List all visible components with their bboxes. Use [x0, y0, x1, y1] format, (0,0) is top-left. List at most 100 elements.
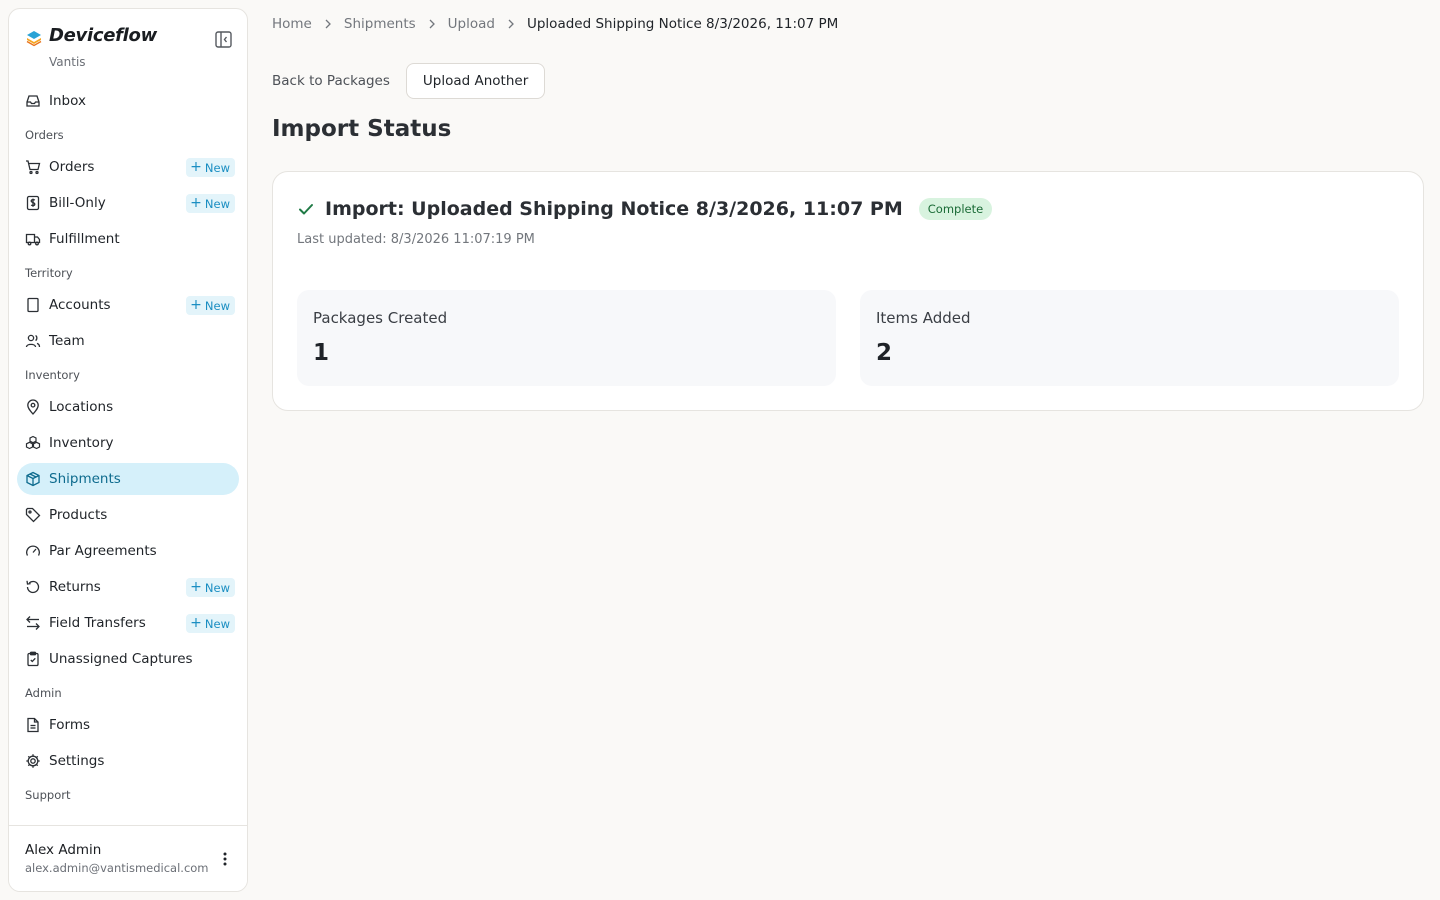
sidebar-item-orders[interactable]: Orders + New	[17, 151, 239, 183]
sidebar-item-field-transfers[interactable]: Field Transfers + New	[17, 607, 239, 639]
truck-icon	[25, 231, 41, 247]
collapse-sidebar-button[interactable]	[213, 29, 233, 49]
sidebar-item-locations[interactable]: Locations	[17, 391, 239, 423]
page-title: Import Status	[272, 116, 452, 142]
sidebar-item-team[interactable]: Team	[17, 325, 239, 357]
last-updated: Last updated: 8/3/2026 11:07:19 PM	[297, 232, 535, 247]
section-label-inventory: Inventory	[25, 368, 80, 382]
section-label-admin: Admin	[25, 686, 62, 700]
sidebar-item-shipments[interactable]: Shipments	[17, 463, 239, 495]
new-order-button[interactable]: + New	[186, 158, 235, 177]
sidebar-item-par-agreements[interactable]: Par Agreements	[17, 535, 239, 567]
brand: Deviceflow Vantis	[25, 25, 235, 77]
sidebar-item-inbox[interactable]: Inbox	[17, 85, 239, 117]
stat-label: Packages Created	[313, 309, 448, 327]
user-profile: Alex Admin alex.admin@vantismedical.com	[9, 825, 247, 891]
more-vertical-icon	[223, 852, 227, 866]
sidebar-item-forms[interactable]: Forms	[17, 709, 239, 741]
tag-icon	[25, 507, 41, 523]
gear-icon	[25, 753, 41, 769]
sidebar-collapse-icon	[214, 30, 232, 48]
sidebar-item-products[interactable]: Products	[17, 499, 239, 531]
sidebar-item-accounts[interactable]: Accounts + New	[17, 289, 239, 321]
sidebar-nav: Inbox Orders Orders + New Bill-Only + New …	[17, 85, 239, 811]
breadcrumb-home[interactable]: Home	[272, 16, 312, 32]
breadcrumb-shipments[interactable]: Shipments	[344, 16, 416, 32]
sidebar-item-bill-only[interactable]: Bill-Only + New	[17, 187, 239, 219]
new-return-button[interactable]: + New	[186, 578, 235, 597]
brand-name: Deviceflow	[49, 25, 157, 46]
stat-value: 1	[313, 340, 330, 366]
plus-icon: +	[190, 579, 202, 595]
new-label: New	[204, 616, 230, 631]
sidebar-item-returns[interactable]: Returns + New	[17, 571, 239, 603]
page-actions: Back to Packages Upload Another	[272, 63, 546, 99]
sidebar: Deviceflow Vantis Inbox Orders Orders + N…	[8, 8, 248, 892]
section-label-support: Support	[25, 788, 71, 802]
new-account-button[interactable]: + New	[186, 296, 235, 315]
breadcrumb-upload[interactable]: Upload	[448, 16, 495, 32]
sidebar-item-label: Inbox	[49, 93, 86, 109]
new-label: New	[204, 196, 230, 211]
import-title: Import: Uploaded Shipping Notice 8/3/202…	[325, 198, 903, 220]
section-label-orders: Orders	[25, 128, 64, 142]
plus-icon: +	[190, 195, 202, 211]
sidebar-item-label: Products	[49, 507, 108, 523]
file-text-icon	[25, 717, 41, 733]
sidebar-item-label: Forms	[49, 717, 91, 733]
sidebar-item-label: Orders	[49, 159, 95, 175]
import-header: Import: Uploaded Shipping Notice 8/3/202…	[297, 198, 993, 220]
chevron-right-icon	[507, 19, 515, 29]
sidebar-item-label: Shipments	[49, 471, 121, 487]
boxes-icon	[25, 435, 41, 451]
users-icon	[25, 333, 41, 349]
sidebar-item-unassigned-captures[interactable]: Unassigned Captures	[17, 643, 239, 675]
stat-label: Items Added	[876, 309, 971, 327]
user-menu-button[interactable]	[217, 850, 233, 868]
sidebar-item-label: Par Agreements	[49, 543, 157, 559]
sidebar-item-label: Accounts	[49, 297, 111, 313]
check-icon	[299, 204, 313, 215]
new-field-transfer-button[interactable]: + New	[186, 614, 235, 633]
cart-icon	[25, 159, 41, 175]
section-label-territory: Territory	[25, 266, 73, 280]
gauge-icon	[25, 543, 41, 559]
new-label: New	[204, 580, 230, 595]
breadcrumb-current: Uploaded Shipping Notice 8/3/2026, 11:07…	[526, 16, 839, 32]
chevron-right-icon	[428, 19, 436, 29]
inbox-icon	[25, 93, 41, 109]
rotate-ccw-icon	[25, 579, 41, 595]
sidebar-item-label: Fulfillment	[49, 231, 120, 247]
upload-another-button[interactable]: Upload Another	[405, 63, 546, 99]
brand-org: Vantis	[49, 55, 86, 69]
sidebar-item-label: Inventory	[49, 435, 114, 451]
sidebar-item-label: Field Transfers	[49, 615, 146, 631]
plus-icon: +	[190, 615, 202, 631]
sidebar-item-settings[interactable]: Settings	[17, 745, 239, 777]
arrows-left-right-icon	[25, 615, 41, 631]
plus-icon: +	[190, 297, 202, 313]
back-to-packages-button[interactable]: Back to Packages	[272, 73, 390, 89]
user-email: alex.admin@vantismedical.com	[25, 861, 209, 875]
sidebar-item-label: Bill-Only	[49, 195, 106, 211]
building-icon	[25, 297, 41, 313]
items-added-stat: Items Added 2	[860, 290, 1399, 386]
new-label: New	[204, 160, 230, 175]
stat-value: 2	[876, 340, 893, 366]
sidebar-item-inventory[interactable]: Inventory	[17, 427, 239, 459]
new-label: New	[204, 298, 230, 313]
import-status-card: Import: Uploaded Shipping Notice 8/3/202…	[272, 171, 1424, 411]
dollar-receipt-icon	[25, 195, 41, 211]
sidebar-item-fulfillment[interactable]: Fulfillment	[17, 223, 239, 255]
sidebar-item-label: Locations	[49, 399, 114, 415]
status-badge: Complete	[918, 198, 993, 220]
user-name: Alex Admin	[25, 842, 102, 858]
chevron-right-icon	[324, 19, 332, 29]
packages-created-stat: Packages Created 1	[297, 290, 836, 386]
package-icon	[25, 471, 41, 487]
new-bill-only-button[interactable]: + New	[186, 194, 235, 213]
breadcrumb: Home Shipments Upload Uploaded Shipping …	[272, 14, 838, 34]
sidebar-item-label: Returns	[49, 579, 101, 595]
deviceflow-logo-icon	[26, 31, 42, 47]
sidebar-item-label: Team	[49, 333, 85, 349]
